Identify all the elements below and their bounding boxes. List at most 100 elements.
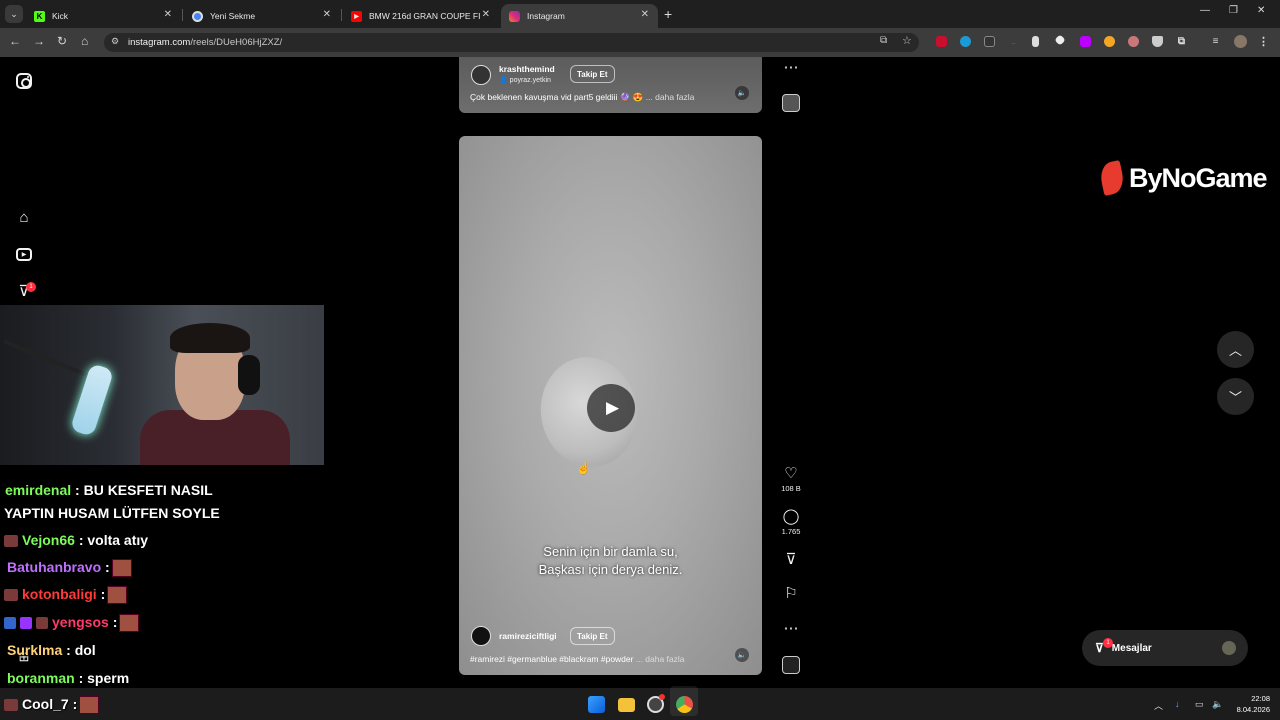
like-button[interactable]: ♡ 108 B: [778, 466, 804, 494]
chat-username: Cool_7: [22, 696, 69, 712]
extension-icon[interactable]: [1032, 36, 1039, 47]
adblock-extension-icon[interactable]: [936, 36, 947, 47]
reel-collab-username[interactable]: 👤 poyraz.yetkin: [499, 76, 551, 84]
tab-title: Yeni Sekme: [210, 11, 256, 21]
chat-emote-icon: [107, 586, 128, 605]
reel-video[interactable]: ▶ ☝ Senin için bir damla su, Başkası içi…: [459, 136, 762, 675]
windows-taskbar: [0, 688, 1280, 720]
reload-icon[interactable]: ↻: [57, 34, 67, 48]
play-button-icon[interactable]: ▶: [587, 384, 635, 432]
mute-icon[interactable]: 🔈: [735, 86, 749, 100]
previous-reel-chevron-up-icon[interactable]: ︿: [1217, 331, 1254, 368]
tray-app-icon[interactable]: ↓: [1175, 699, 1180, 709]
audio-thumbnail[interactable]: [782, 656, 800, 674]
more-options-icon[interactable]: ⋯: [778, 621, 804, 637]
instagram-icon: [509, 10, 520, 22]
extension-icon[interactable]: _: [1008, 36, 1019, 47]
minimize-icon[interactable]: —: [1200, 5, 1210, 16]
bookmark-icon[interactable]: ⚐: [778, 586, 804, 602]
next-reel-chevron-down-icon[interactable]: ﹀: [1217, 378, 1254, 415]
home-nav-icon[interactable]: ⌂: [15, 208, 33, 226]
url-domain: instagram.com: [128, 37, 191, 48]
extension-icon[interactable]: [1128, 36, 1139, 47]
system-clock[interactable]: 22:08 8.04.2026: [1230, 693, 1270, 715]
kick-icon: K: [34, 10, 45, 22]
mouse-cursor-icon: ☝: [576, 461, 591, 475]
microphone-image: [69, 363, 115, 437]
comment-button[interactable]: ◯ 1.765: [778, 509, 804, 537]
extension-icon[interactable]: [1080, 36, 1091, 47]
extension-icon[interactable]: [1104, 36, 1115, 47]
tab-kick[interactable]: K Kick ✕: [26, 4, 181, 28]
reels-nav-icon[interactable]: ▶: [15, 245, 33, 263]
follow-button[interactable]: Takip Et: [570, 65, 615, 83]
extension-icon[interactable]: [960, 36, 971, 47]
audio-thumbnail[interactable]: [782, 94, 800, 112]
messages-badge: 1: [1103, 638, 1113, 648]
home-icon[interactable]: ⌂: [81, 34, 88, 48]
chat-text: :: [72, 696, 78, 712]
browser-menu-icon[interactable]: ⋮: [1258, 36, 1269, 48]
file-explorer-icon[interactable]: [618, 698, 635, 712]
back-arrow-icon[interactable]: ←: [9, 34, 21, 48]
instagram-logo-icon[interactable]: [16, 73, 32, 89]
save-button[interactable]: ⚐: [778, 586, 804, 602]
chat-text: YAPTIN HUSAM LÜTFEN SOYLE: [4, 505, 220, 521]
mute-icon[interactable]: 🔈: [735, 648, 749, 662]
more-options-icon[interactable]: ⋯: [778, 60, 804, 76]
tab-search-button[interactable]: ⌄: [5, 5, 23, 23]
close-tab-icon[interactable]: ✕: [641, 9, 649, 20]
close-tab-icon[interactable]: ✕: [323, 9, 331, 20]
chat-text: :: [105, 559, 110, 575]
more-link[interactable]: ... daha fazla: [646, 92, 695, 102]
reel-caption[interactable]: #ramirezi #germanblue #blackram #powder …: [470, 654, 685, 664]
follow-button[interactable]: Takip Et: [570, 627, 615, 645]
extension-icon[interactable]: [984, 36, 995, 47]
reel-author-username[interactable]: ramireziciftligi: [499, 631, 557, 641]
comment-bubble-icon[interactable]: ◯: [778, 509, 804, 525]
reel-author-avatar[interactable]: [471, 65, 491, 85]
tab-youtube[interactable]: ▶ BMW 216d GRAN COUPE FIRST ✕: [343, 4, 499, 28]
close-window-icon[interactable]: ✕: [1257, 5, 1265, 16]
more-link[interactable]: ... daha fazla: [636, 654, 685, 664]
tab-instagram[interactable]: Instagram ✕: [501, 4, 658, 28]
bookmark-star-icon[interactable]: ☆: [902, 34, 912, 47]
send-icon[interactable]: ⊽: [778, 552, 804, 568]
reel-author-avatar[interactable]: [471, 626, 491, 646]
reel-author-username[interactable]: krashthemind: [499, 64, 555, 74]
chat-message: emirdenal : BU KESFETI NASIL: [5, 482, 213, 498]
reading-list-icon[interactable]: ≡: [1210, 36, 1221, 47]
site-info-icon[interactable]: ⚙: [111, 36, 119, 47]
active-app-highlight: [670, 686, 698, 716]
chat-username: kotonbaligi: [22, 586, 97, 602]
extensions-puzzle-icon[interactable]: ⧉: [1176, 36, 1187, 47]
install-app-icon[interactable]: ⧉: [880, 35, 887, 46]
restore-icon[interactable]: ❐: [1229, 5, 1238, 16]
forward-arrow-icon[interactable]: →: [33, 34, 45, 48]
reel-caption[interactable]: Çok beklenen kavuşma vid part5 geldiii 🔮…: [470, 92, 694, 103]
volume-icon[interactable]: 🔈: [1212, 699, 1223, 710]
display-icon[interactable]: ▭: [1195, 699, 1204, 710]
shield-extension-icon[interactable]: [1152, 36, 1163, 47]
tab-new-tab[interactable]: Yeni Sekme ✕: [184, 4, 340, 28]
chat-badge-icon: [4, 589, 18, 602]
share-button[interactable]: ⊽: [778, 552, 804, 568]
close-tab-icon[interactable]: ✕: [164, 9, 172, 20]
tab-divider: [182, 9, 183, 21]
sponsor-logo: ByNoGame: [1097, 158, 1268, 198]
chat-username: yengsos: [52, 614, 109, 630]
collab-name: poyraz.yetkin: [509, 77, 551, 84]
sponsor-name: ByNoGame: [1129, 162, 1268, 193]
profile-avatar[interactable]: [1234, 35, 1247, 48]
chat-message: Surklma : dol: [7, 642, 96, 658]
chat-username: Vejon66: [22, 532, 75, 548]
heart-icon[interactable]: ♡: [778, 466, 804, 482]
chat-emote-icon: [119, 614, 140, 633]
start-windows-icon[interactable]: [588, 696, 605, 713]
tray-chevron-up-icon[interactable]: ︿: [1154, 699, 1163, 712]
messages-button[interactable]: ⊽ Mesajlar: [1082, 630, 1248, 666]
close-tab-icon[interactable]: ✕: [482, 9, 490, 20]
url-text[interactable]: instagram.com/reels/DUeH06HjZXZ/: [128, 37, 282, 48]
new-tab-plus-icon[interactable]: +: [664, 6, 672, 22]
clock-time: 22:08: [1251, 694, 1270, 703]
